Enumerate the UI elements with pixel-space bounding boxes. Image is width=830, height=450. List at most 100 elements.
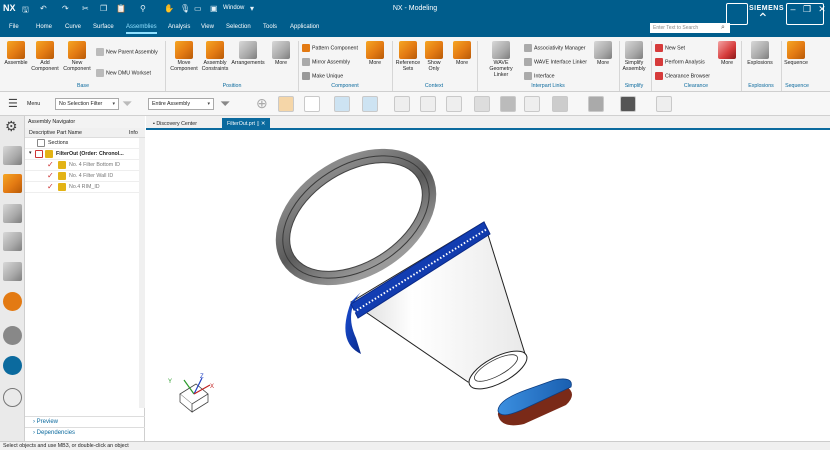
- tab-filterout[interactable]: FilterOut.prt ▯ ✕: [222, 118, 271, 130]
- menu-assemblies[interactable]: Assemblies: [126, 24, 157, 34]
- clearance-more-button[interactable]: More: [716, 41, 738, 66]
- navigator-scrollbar[interactable]: [139, 138, 145, 408]
- preview-panel[interactable]: › Preview: [25, 416, 145, 427]
- assembly-filter-icon[interactable]: ⏷: [220, 96, 230, 112]
- column-header-info[interactable]: Info: [129, 130, 138, 136]
- search-input[interactable]: Enter Text to Search: [650, 23, 730, 33]
- graphics-window[interactable]: Y Z X: [146, 132, 830, 441]
- check-icon[interactable]: ✓: [47, 182, 54, 191]
- select-component-icon[interactable]: [278, 96, 294, 112]
- shaded-view-icon[interactable]: [334, 96, 350, 112]
- collapse-ribbon-icon[interactable]: ⌃: [757, 10, 769, 27]
- position-more-button[interactable]: More: [268, 41, 294, 66]
- collapse-icon[interactable]: ▾: [29, 150, 32, 156]
- hd3d-tools-icon[interactable]: [3, 262, 22, 281]
- process-studio-icon[interactable]: [3, 388, 22, 407]
- simplify-assembly-button[interactable]: Simplify Assembly: [621, 41, 647, 72]
- tab-discovery-center[interactable]: ▪ Discovery Center: [148, 118, 202, 130]
- measure-icon[interactable]: [656, 96, 672, 112]
- camera-icon[interactable]: [620, 96, 636, 112]
- component-more-button[interactable]: More: [362, 41, 388, 66]
- list-item[interactable]: ▾ FilterOut (Order: Chronol...: [25, 149, 145, 160]
- check-icon[interactable]: ✓: [47, 160, 54, 169]
- web-browser-icon[interactable]: [3, 292, 22, 311]
- add-component-button[interactable]: Add Component: [30, 41, 60, 72]
- new-parent-assembly-button[interactable]: New Parent Assembly: [96, 48, 158, 56]
- interpart-more-button[interactable]: More: [592, 41, 614, 66]
- selection-filter-dropdown[interactable]: No Selection Filter ▾: [55, 98, 119, 110]
- checkbox-icon[interactable]: [35, 150, 43, 158]
- interface-button[interactable]: Interface: [524, 72, 555, 80]
- menu-curve[interactable]: Curve: [65, 24, 81, 30]
- assembly-navigator-icon[interactable]: [3, 146, 22, 165]
- pattern-component-button[interactable]: Pattern Component: [302, 44, 358, 52]
- list-item[interactable]: Sections: [25, 138, 145, 149]
- mirror-assembly-button[interactable]: Mirror Assembly: [302, 58, 350, 66]
- more-icon: [453, 41, 471, 59]
- system-materials-icon[interactable]: [3, 356, 22, 375]
- point-on-curve-icon[interactable]: [304, 96, 320, 112]
- menu-file[interactable]: File: [9, 24, 19, 30]
- column-header-name[interactable]: Descriptive Part Name: [29, 130, 82, 136]
- filter-wall-part[interactable]: [345, 221, 532, 397]
- menu-view[interactable]: View: [201, 24, 214, 30]
- parent-assembly-icon: [96, 48, 104, 56]
- menu-button[interactable]: Menu: [27, 101, 40, 107]
- wave-geometry-linker-button[interactable]: WAVE Geometry Linker: [482, 41, 520, 78]
- scope-dropdown[interactable]: Entire Assembly ▾: [148, 98, 214, 110]
- list-item[interactable]: ✓ No.4 RIM_ID: [25, 182, 145, 193]
- menu-tools[interactable]: Tools: [263, 24, 277, 30]
- assemble-button[interactable]: Assemble: [3, 41, 29, 66]
- part-navigator-icon[interactable]: [3, 204, 22, 223]
- explosions-button[interactable]: Explosions: [745, 41, 775, 66]
- new-component-button[interactable]: New Component: [62, 41, 92, 72]
- make-unique-button[interactable]: Make Unique: [302, 72, 343, 80]
- move-component-button[interactable]: Move Component: [168, 41, 200, 72]
- history-icon[interactable]: [3, 326, 22, 345]
- wireframe-view-icon[interactable]: [362, 96, 378, 112]
- zoom-window-icon[interactable]: [524, 96, 540, 112]
- menu-selection[interactable]: Selection: [226, 24, 251, 30]
- associativity-manager-button[interactable]: Associativity Manager: [524, 44, 586, 52]
- view-fit-icon[interactable]: [394, 96, 410, 112]
- assembly-constraints-button[interactable]: Assembly Constraints: [200, 41, 230, 72]
- arrangements-button[interactable]: Arrangements: [230, 41, 266, 66]
- menu-surface[interactable]: Surface: [93, 24, 114, 30]
- gear-icon[interactable]: ⚙: [5, 118, 18, 135]
- list-item[interactable]: ✓ No. 4 Filter Wall ID: [25, 171, 145, 182]
- hamburger-menu-icon[interactable]: ☰: [8, 97, 18, 110]
- menu-analysis[interactable]: Analysis: [168, 24, 190, 30]
- reuse-library-icon[interactable]: [3, 232, 22, 251]
- background-icon[interactable]: [588, 96, 604, 112]
- new-dmu-workset-button[interactable]: New DMU Workset: [96, 69, 151, 77]
- clearance-browser-button[interactable]: Clearance Browser: [655, 72, 710, 80]
- edit-section-icon[interactable]: [552, 96, 568, 112]
- snap-point-icon[interactable]: ⊕: [256, 95, 268, 112]
- search-icon[interactable]: ⌕: [721, 24, 725, 32]
- menu-application[interactable]: Application: [290, 24, 319, 30]
- filter-bottom-part[interactable]: [497, 378, 572, 426]
- wave-interface-linker-button[interactable]: WAVE Interface Linker: [524, 58, 587, 66]
- model-view[interactable]: Y Z X: [146, 132, 830, 441]
- close-tab-icon[interactable]: ✕: [261, 121, 265, 127]
- sequence-button[interactable]: Sequence: [783, 41, 809, 66]
- constraint-navigator-icon[interactable]: [3, 174, 22, 193]
- resource-bar-icon[interactable]: [786, 3, 824, 25]
- show-only-button[interactable]: Show Only: [422, 41, 446, 72]
- menu-home[interactable]: Home: [36, 24, 52, 30]
- perform-analysis-button[interactable]: Perform Analysis: [655, 58, 705, 66]
- clearance-browser-icon: [655, 72, 663, 80]
- list-item[interactable]: ✓ No. 4 Filter Bottom ID: [25, 160, 145, 171]
- filter-funnel-icon[interactable]: ⏷: [122, 96, 132, 112]
- dependencies-panel[interactable]: › Dependencies: [25, 427, 145, 438]
- rotate-icon[interactable]: [446, 96, 462, 112]
- context-more-button[interactable]: More: [450, 41, 474, 66]
- check-icon[interactable]: ✓: [47, 171, 54, 180]
- reference-sets-button[interactable]: Reference Sets: [394, 41, 422, 72]
- orient-view-icon[interactable]: [474, 96, 490, 112]
- add-component-icon: [36, 41, 54, 59]
- full-screen-icon[interactable]: [726, 3, 748, 25]
- render-style-icon[interactable]: [500, 96, 516, 112]
- pan-icon[interactable]: [420, 96, 436, 112]
- new-set-button[interactable]: New Set: [655, 44, 685, 52]
